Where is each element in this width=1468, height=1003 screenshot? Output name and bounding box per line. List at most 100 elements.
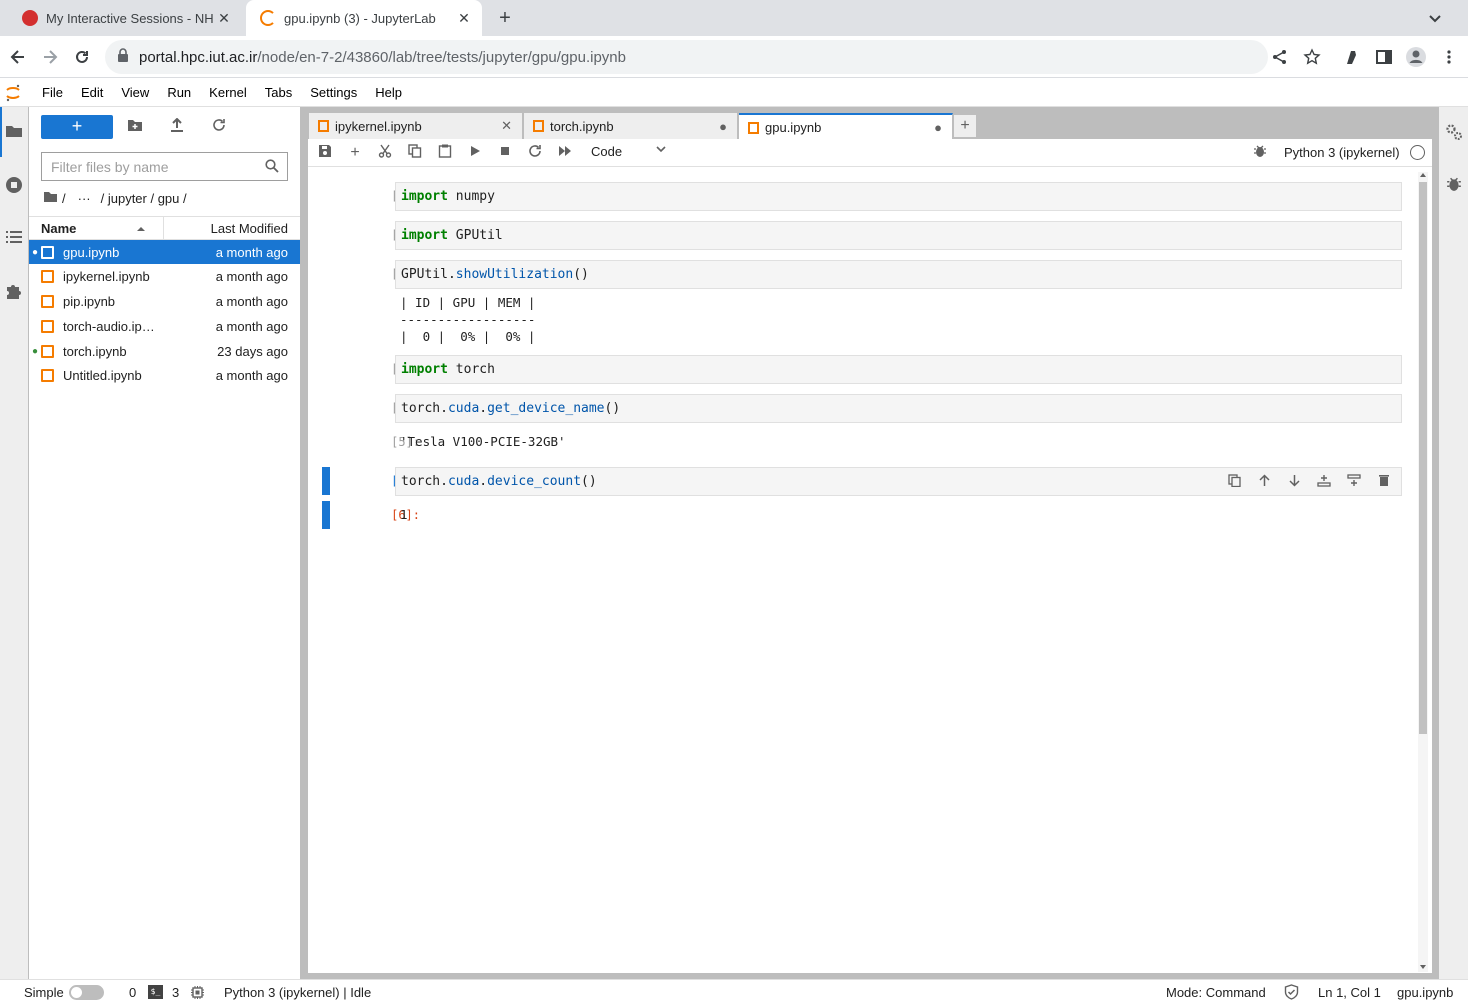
folder-icon[interactable] (4, 123, 24, 143)
file-row[interactable]: Untitled.ipynb a month ago (29, 363, 300, 387)
column-modified-header[interactable]: Last Modified (211, 221, 288, 236)
terminal-count[interactable]: 0 (129, 985, 136, 1000)
restart-icon[interactable] (526, 144, 544, 162)
column-divider (163, 217, 164, 239)
move-up-icon[interactable] (1256, 474, 1272, 490)
reload-icon[interactable] (70, 45, 94, 69)
menu-run[interactable]: Run (158, 85, 200, 100)
insert-cell-icon[interactable]: + (346, 144, 364, 162)
tab-ipykernel[interactable]: ipykernel.ipynb ✕ (309, 113, 523, 139)
forward-arrow-icon[interactable] (38, 45, 62, 69)
extension-puzzle-icon[interactable] (4, 282, 24, 302)
file-row[interactable]: ● torch.ipynb 23 days ago (29, 339, 300, 363)
property-inspector-gears-icon[interactable] (1444, 123, 1464, 143)
browser-tab-sessions[interactable]: My Interactive Sessions - NH ✕ (8, 0, 242, 36)
breadcrumb-ellipsis[interactable]: ··· (78, 191, 91, 206)
code-keyword: import (401, 189, 448, 204)
upload-icon[interactable] (167, 117, 187, 137)
running-sessions-icon[interactable] (4, 176, 24, 196)
filter-files-input[interactable] (41, 152, 288, 181)
profile-avatar-icon[interactable] (1404, 45, 1428, 69)
tab-gpu[interactable]: gpu.ipynb ● (739, 113, 953, 140)
code-cell-input[interactable]: torch.cuda.device_count() (395, 467, 1402, 496)
cursor-position[interactable]: Ln 1, Col 1 (1318, 985, 1381, 1000)
code-cell-input[interactable]: import torch (395, 355, 1402, 384)
insert-below-icon[interactable] (1346, 474, 1362, 490)
file-row[interactable]: ● gpu.ipynb a month ago (29, 240, 300, 264)
code-text: torch (401, 401, 441, 416)
fast-forward-icon[interactable] (556, 144, 574, 162)
unsaved-dot-icon[interactable]: ● (934, 120, 942, 135)
address-bar[interactable]: portal.hpc.iut.ac.ir/node/en-7-2/43860/l… (105, 40, 1268, 74)
side-panel-icon[interactable] (1372, 45, 1396, 69)
menu-help[interactable]: Help (366, 85, 411, 100)
close-icon[interactable]: ✕ (456, 10, 472, 27)
active-cell-input-collapser[interactable] (322, 467, 330, 495)
unsaved-dot-icon[interactable]: ● (719, 119, 727, 134)
file-row[interactable]: pip.ipynb a month ago (29, 289, 300, 313)
tab-torch[interactable]: torch.ipynb ● (524, 113, 738, 139)
breadcrumb-root[interactable]: / (62, 191, 66, 206)
file-name: ipykernel.ipynb (63, 268, 150, 284)
simple-mode-toggle[interactable] (69, 985, 104, 1000)
new-folder-icon[interactable] (125, 117, 145, 137)
trusted-shield-icon[interactable] (1284, 984, 1299, 1003)
menu-view[interactable]: View (112, 85, 158, 100)
table-of-contents-icon[interactable] (4, 229, 24, 249)
browser-tab-jupyter[interactable]: gpu.ipynb (3) - JupyterLab ✕ (246, 0, 482, 36)
share-icon[interactable] (1268, 45, 1292, 69)
stop-icon[interactable] (496, 144, 514, 162)
breadcrumb-path[interactable]: / jupyter / gpu / (101, 191, 187, 206)
menu-tabs[interactable]: Tabs (256, 85, 301, 100)
cell-output: 1 (400, 507, 408, 522)
file-row[interactable]: ipykernel.ipynb a month ago (29, 264, 300, 288)
scrollbar-thumb[interactable] (1419, 182, 1427, 734)
kernel-count[interactable]: 3 (172, 985, 179, 1000)
column-name-header[interactable]: Name (41, 221, 76, 236)
close-icon[interactable]: ✕ (501, 118, 512, 134)
kernel-name[interactable]: Python 3 (ipykernel) (1284, 145, 1400, 160)
copy-icon[interactable] (406, 144, 424, 162)
bookmark-star-icon[interactable] (1300, 45, 1324, 69)
notebook-scrollbar[interactable] (1418, 172, 1428, 972)
file-row[interactable]: torch-audio.ip… a month ago (29, 314, 300, 338)
run-icon[interactable] (466, 144, 484, 162)
save-icon[interactable] (316, 144, 334, 162)
paste-icon[interactable] (436, 144, 454, 162)
code-keyword: import (401, 228, 448, 243)
insert-above-icon[interactable] (1316, 474, 1332, 490)
back-arrow-icon[interactable] (6, 45, 30, 69)
delete-cell-icon[interactable] (1376, 474, 1392, 490)
debugger-bug-icon[interactable] (1251, 144, 1269, 162)
tab-search-chevron-icon[interactable] (1426, 9, 1444, 27)
chevron-down-icon[interactable] (655, 143, 667, 158)
extensions-icon[interactable] (1340, 45, 1364, 69)
code-cell-input[interactable]: import GPUtil (395, 221, 1402, 250)
close-icon[interactable]: ✕ (216, 10, 232, 27)
panel-splitter[interactable] (300, 107, 308, 979)
menu-kernel[interactable]: Kernel (200, 85, 256, 100)
code-cell-input[interactable]: import numpy (395, 182, 1402, 211)
code-cell-input[interactable]: torch.cuda.get_device_name() (395, 394, 1402, 423)
debugger-bug-icon[interactable] (1444, 176, 1464, 196)
move-down-icon[interactable] (1286, 474, 1302, 490)
menu-settings[interactable]: Settings (301, 85, 366, 100)
add-tab-button[interactable]: + (954, 115, 976, 137)
notebook-file-icon (41, 344, 54, 358)
menu-edit[interactable]: Edit (72, 85, 112, 100)
home-folder-icon[interactable] (43, 191, 58, 206)
duplicate-cell-icon[interactable] (1226, 474, 1242, 490)
code-cell-input[interactable]: GPUtil.showUtilization() (395, 260, 1402, 289)
kernel-status[interactable]: Python 3 (ipykernel) | Idle (224, 985, 371, 1000)
new-launcher-button[interactable]: + (41, 115, 113, 139)
browser-menu-icon[interactable] (1437, 45, 1461, 69)
scroll-down-arrow-icon[interactable] (1419, 964, 1427, 970)
scroll-up-arrow-icon[interactable] (1419, 172, 1427, 178)
active-cell-output-collapser[interactable] (322, 501, 330, 529)
cut-icon[interactable] (376, 144, 394, 162)
cell-type-select[interactable]: Code (591, 144, 622, 159)
notebook-file-icon (41, 368, 54, 382)
new-tab-button[interactable]: + (494, 8, 516, 30)
refresh-icon[interactable] (209, 117, 229, 137)
menu-file[interactable]: File (33, 85, 72, 100)
